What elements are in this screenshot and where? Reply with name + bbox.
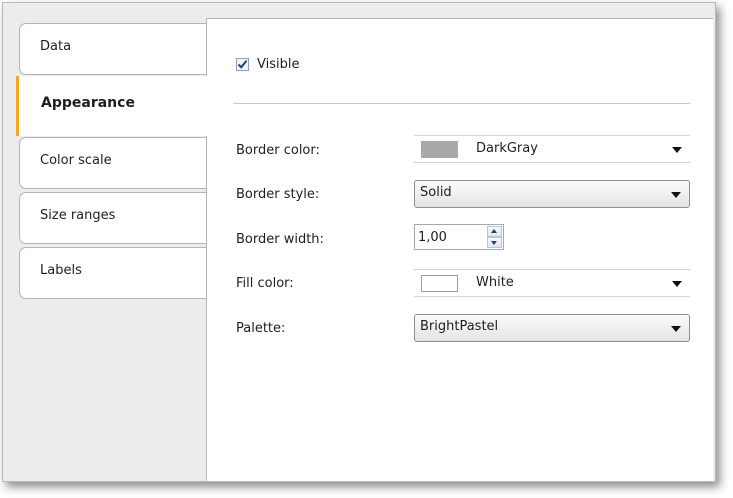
palette-label: Palette: (236, 321, 286, 336)
fill-color-value: White (476, 275, 514, 290)
fill-color-picker[interactable]: White (414, 269, 690, 297)
tab-labels[interactable]: Labels (19, 247, 207, 299)
settings-window: Data Appearance Color scale Size ranges … (2, 2, 716, 482)
arrow-up-icon (491, 229, 497, 233)
tab-label: Labels (40, 263, 82, 278)
border-style-select[interactable]: Solid (414, 180, 690, 208)
tab-size-ranges[interactable]: Size ranges (19, 192, 207, 244)
border-color-label: Border color: (236, 143, 320, 158)
tab-label: Color scale (40, 153, 112, 168)
border-color-picker[interactable]: DarkGray (414, 135, 690, 163)
tab-label: Size ranges (40, 208, 116, 223)
border-color-value: DarkGray (476, 141, 538, 156)
border-width-input[interactable] (418, 226, 478, 248)
tab-data[interactable]: Data (19, 23, 207, 75)
border-style-value: Solid (420, 185, 452, 200)
palette-select[interactable]: BrightPastel (414, 314, 690, 342)
chevron-down-icon (671, 326, 681, 332)
color-swatch (421, 141, 458, 158)
tab-appearance[interactable]: Appearance (16, 76, 212, 136)
visible-label: Visible (257, 57, 300, 72)
arrow-down-icon (491, 241, 497, 245)
fill-color-label: Fill color: (236, 276, 294, 291)
color-swatch (421, 275, 458, 292)
increment-button[interactable] (487, 226, 502, 237)
tab-color-scale[interactable]: Color scale (19, 137, 207, 189)
visible-checkbox-row[interactable]: Visible (236, 57, 299, 72)
chevron-down-icon (672, 147, 682, 153)
palette-value: BrightPastel (420, 319, 499, 334)
separator (233, 103, 690, 104)
visible-checkbox[interactable] (236, 58, 249, 71)
tab-label: Data (40, 39, 72, 54)
checkmark-icon (237, 60, 248, 69)
tab-label: Appearance (41, 95, 135, 111)
border-style-label: Border style: (236, 187, 320, 202)
decrement-button[interactable] (487, 237, 502, 248)
border-width-label: Border width: (236, 232, 324, 247)
appearance-panel: Visible Border color: DarkGray Border st… (206, 18, 713, 481)
chevron-down-icon (671, 192, 681, 198)
chevron-down-icon (672, 281, 682, 287)
border-width-stepper[interactable] (414, 224, 504, 250)
